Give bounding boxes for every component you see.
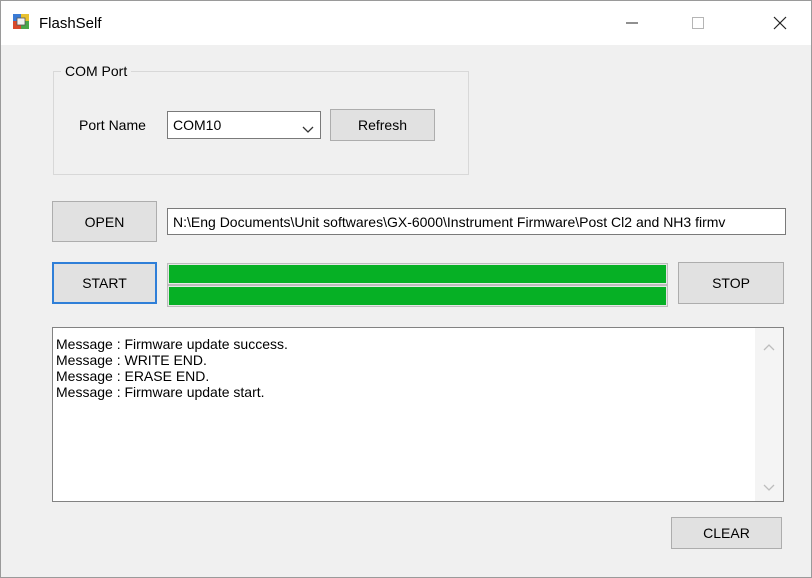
close-icon: [773, 16, 787, 30]
port-name-combobox[interactable]: COM10: [167, 111, 321, 139]
stop-button-label: STOP: [712, 275, 750, 291]
minimize-button[interactable]: [601, 1, 663, 45]
chevron-down-icon[interactable]: [302, 121, 314, 137]
start-button[interactable]: START: [52, 262, 157, 304]
progress-bar-bottom: [167, 285, 668, 307]
list-item: Message : ERASE END.: [56, 368, 210, 384]
app-icon: [12, 13, 30, 31]
clear-button[interactable]: CLEAR: [671, 517, 782, 549]
message-log[interactable]: Message : Firmware update success. Messa…: [52, 327, 784, 502]
start-button-label: START: [82, 275, 127, 291]
message-log-scrollbar[interactable]: [755, 328, 783, 501]
refresh-button-label: Refresh: [357, 117, 408, 133]
open-button[interactable]: OPEN: [52, 201, 157, 242]
port-name-value: COM10: [173, 117, 222, 133]
clear-button-label: CLEAR: [703, 525, 750, 541]
list-item: Message : WRITE END.: [56, 352, 207, 368]
firmware-path-text: N:\Eng Documents\Unit softwares\GX-6000\…: [173, 214, 726, 230]
chevron-up-icon[interactable]: [763, 338, 775, 354]
stop-button[interactable]: STOP: [678, 262, 784, 304]
maximize-button[interactable]: [667, 1, 729, 45]
list-item: Message : Firmware update success.: [56, 336, 288, 352]
progress-bar-top: [167, 263, 668, 285]
progress-fill-bottom: [169, 287, 666, 305]
title-bar[interactable]: FlashSelf: [1, 1, 811, 45]
port-name-label: Port Name: [79, 117, 146, 133]
open-button-label: OPEN: [84, 213, 125, 230]
progress-fill-top: [169, 265, 666, 283]
close-button[interactable]: [749, 1, 811, 45]
message-lines: Message : Firmware update success. Messa…: [56, 336, 756, 400]
firmware-path-field[interactable]: N:\Eng Documents\Unit softwares\GX-6000\…: [167, 208, 786, 235]
refresh-button[interactable]: Refresh: [330, 109, 435, 141]
maximize-icon: [692, 17, 704, 29]
list-item: Message : Firmware update start.: [56, 384, 265, 400]
com-port-group-title: COM Port: [61, 63, 132, 79]
chevron-down-icon[interactable]: [763, 479, 775, 495]
minimize-icon: [626, 22, 638, 24]
flashself-window: FlashSelf COM Port Port Name COM10 Refre…: [0, 0, 812, 578]
window-title: FlashSelf: [39, 15, 102, 32]
